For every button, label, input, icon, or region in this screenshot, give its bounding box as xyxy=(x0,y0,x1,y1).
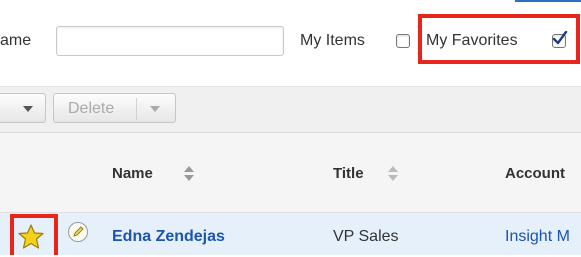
column-header-name[interactable]: Name xyxy=(112,164,153,184)
caret-down-icon[interactable] xyxy=(150,106,160,112)
contact-name-link[interactable]: Edna Zendejas xyxy=(112,227,225,247)
star-highlight-box xyxy=(10,214,58,255)
delete-button[interactable]: Delete xyxy=(53,93,176,123)
my-items-label: My Items xyxy=(300,32,365,49)
button-divider xyxy=(136,98,137,120)
caret-down-icon xyxy=(23,106,33,112)
top-link-underline xyxy=(515,0,581,2)
name-filter-input[interactable] xyxy=(56,26,284,56)
delete-button-label: Delete xyxy=(68,100,115,117)
my-items-checkbox[interactable] xyxy=(396,34,410,48)
name-filter-label: ame xyxy=(0,32,32,49)
column-header-title[interactable]: Title xyxy=(333,164,364,184)
sort-icon[interactable] xyxy=(184,164,196,184)
pencil-icon[interactable] xyxy=(67,221,89,243)
contact-title: VP Sales xyxy=(333,228,399,245)
column-header-account[interactable]: Account xyxy=(505,164,565,184)
account-link[interactable]: Insight M xyxy=(505,227,570,247)
bulk-action-dropdown-button[interactable] xyxy=(0,93,46,123)
favorites-highlight-box xyxy=(418,14,580,64)
list-header xyxy=(0,133,581,213)
sort-icon[interactable] xyxy=(388,164,400,184)
